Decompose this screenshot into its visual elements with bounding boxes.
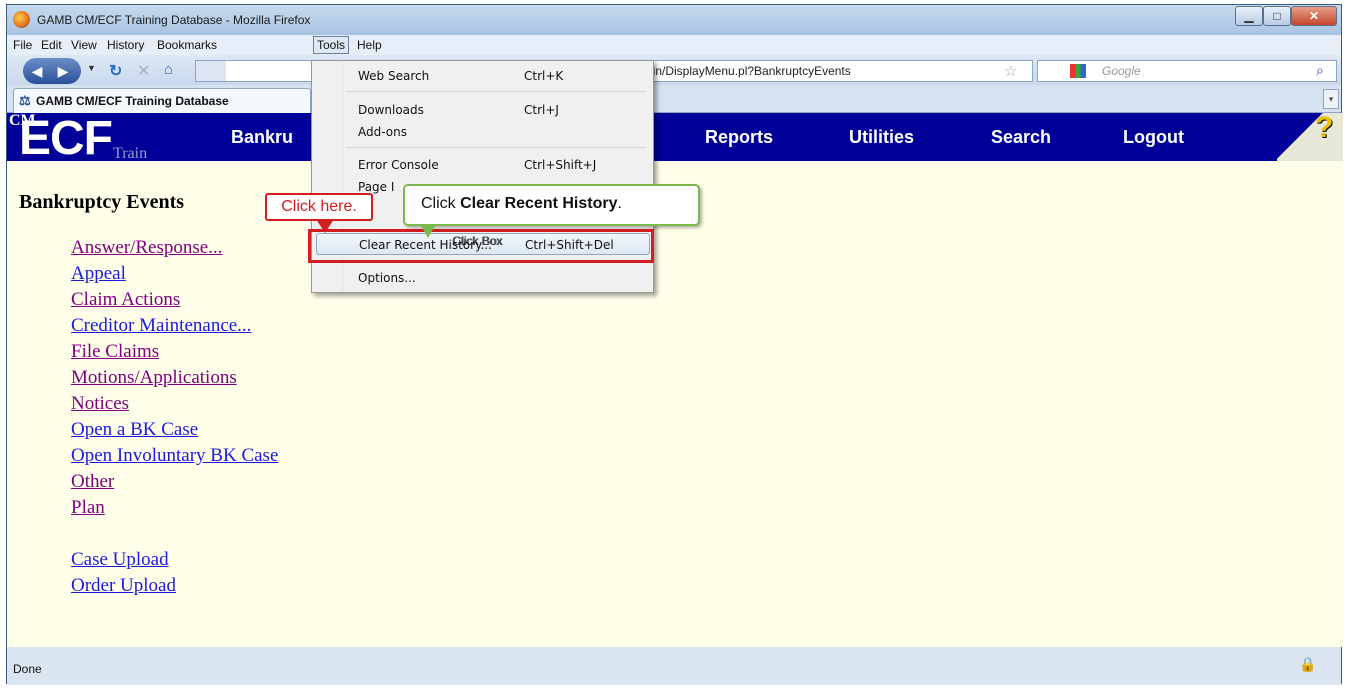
menu-history[interactable]: History [107, 38, 144, 52]
status-bar: Done 🔒 [7, 647, 1341, 685]
menu-help[interactable]: Help [357, 38, 382, 52]
link-creditor-maintenance[interactable]: Creditor Maintenance... [71, 315, 251, 337]
browser-window: GAMB CM/ECF Training Database - Mozilla … [6, 4, 1343, 685]
stop-icon[interactable]: ✕ [137, 61, 150, 81]
search-placeholder: Google [1102, 64, 1141, 78]
menu-item-shortcut: Ctrl+J [524, 103, 559, 117]
menu-item-add-ons[interactable]: Add-ons [312, 121, 653, 143]
menu-item-error-console[interactable]: Error Console Ctrl+Shift+J [312, 154, 653, 176]
menu-item-label: Page I [358, 180, 395, 194]
home-icon[interactable]: ⌂ [164, 61, 173, 78]
page-title: Bankruptcy Events [19, 191, 185, 213]
click-here-callout-tail [316, 219, 334, 233]
menu-tools[interactable]: Tools [313, 36, 350, 54]
menu-item-label: Downloads [358, 103, 424, 117]
search-engine-icon[interactable] [1070, 64, 1086, 78]
instruction-suffix: . [617, 195, 622, 212]
link-appeal[interactable]: Appeal [71, 263, 126, 285]
menu-bookmarks[interactable]: Bookmarks [157, 38, 217, 52]
url-text: -bin/DisplayMenu.pl?BankruptcyEvents [642, 64, 851, 78]
back-forward-group: ◀ ▶ [23, 58, 81, 84]
search-box[interactable]: Google ⌕ [1037, 60, 1337, 82]
menu-item-label: Error Console [358, 158, 439, 172]
menu-item-label: Web Search [358, 69, 430, 83]
tab-bar: ⚖ GAMB CM/ECF Training Database ▾ [7, 85, 1341, 113]
menu-file[interactable]: File [13, 38, 32, 52]
logo-train: Train [113, 145, 148, 162]
menu-item-web-search[interactable]: Web Search Ctrl+K [312, 65, 653, 87]
nav-logout[interactable]: Logout [1123, 127, 1184, 148]
reload-icon[interactable]: ↻ [109, 61, 122, 81]
link-other[interactable]: Other [71, 471, 114, 493]
menu-item-shortcut: Ctrl+Shift+Del [525, 238, 614, 252]
forward-icon[interactable]: ▶ [53, 61, 73, 81]
navigation-toolbar: ◀ ▶ ▼ ↻ ✕ ⌂ -bin/DisplayMenu.pl?Bankrupt… [7, 55, 1341, 85]
menu-separator [346, 147, 646, 148]
menu-item-downloads[interactable]: Downloads Ctrl+J [312, 99, 653, 121]
firefox-icon [13, 11, 30, 28]
tab-title: GAMB CM/ECF Training Database [36, 94, 229, 108]
menu-view[interactable]: View [71, 38, 97, 52]
link-plan[interactable]: Plan [71, 497, 105, 519]
menu-item-options[interactable]: Options... [312, 267, 653, 289]
search-go-icon[interactable]: ⌕ [1316, 62, 1324, 79]
bookmark-star-icon[interactable]: ☆ [1004, 62, 1017, 80]
nav-bankruptcy[interactable]: Bankru [231, 127, 293, 148]
nav-utilities[interactable]: Utilities [849, 127, 914, 148]
link-claim-actions[interactable]: Claim Actions [71, 289, 180, 311]
instruction-callout-tail [420, 224, 436, 238]
ecf-header-bar: CM ECF Train Bankru Reports Utilities Se… [7, 113, 1343, 165]
nav-search[interactable]: Search [991, 127, 1051, 148]
lock-icon: 🔒 [1299, 656, 1317, 672]
link-case-upload[interactable]: Case Upload [71, 549, 169, 571]
menu-edit[interactable]: Edit [41, 38, 62, 52]
link-motions-applications[interactable]: Motions/Applications [71, 367, 237, 389]
menu-separator [346, 261, 646, 262]
menu-item-shortcut: Ctrl+K [524, 69, 564, 83]
tab-gamb[interactable]: ⚖ GAMB CM/ECF Training Database [13, 88, 311, 113]
menu-item-label: Options... [358, 271, 416, 285]
site-identity-icon[interactable] [196, 61, 226, 81]
link-answer-response[interactable]: Answer/Response... [71, 237, 222, 259]
close-button[interactable]: ✕ [1291, 6, 1337, 26]
help-button[interactable]: ? [1277, 113, 1343, 161]
tools-menu-dropdown: Web Search Ctrl+K Downloads Ctrl+J Add-o… [311, 60, 654, 293]
instruction-bold: Clear Recent History [460, 195, 618, 212]
scales-favicon-icon: ⚖ [19, 93, 31, 108]
instruction-callout: Click Clear Recent History. [403, 184, 700, 226]
menu-item-label: Add-ons [358, 125, 407, 139]
nav-reports[interactable]: Reports [705, 127, 773, 148]
minimize-button[interactable]: ▁ [1235, 6, 1263, 26]
link-file-claims[interactable]: File Claims [71, 341, 159, 363]
link-open-bk-case[interactable]: Open a BK Case [71, 419, 198, 441]
link-open-involuntary-bk-case[interactable]: Open Involuntary BK Case [71, 445, 278, 467]
link-notices[interactable]: Notices [71, 393, 129, 415]
click-here-callout: Click here. [265, 193, 373, 221]
menu-separator [346, 91, 646, 92]
status-text: Done [13, 662, 42, 676]
history-dropdown-icon[interactable]: ▼ [87, 63, 96, 73]
title-bar: GAMB CM/ECF Training Database - Mozilla … [7, 5, 1341, 35]
window-title: GAMB CM/ECF Training Database - Mozilla … [37, 13, 311, 27]
logo-ecf: ECF [19, 113, 113, 165]
help-icon: ? [1315, 113, 1334, 144]
click-box-label: Click Box [452, 234, 503, 248]
instruction-prefix: Click [421, 195, 461, 212]
link-order-upload[interactable]: Order Upload [71, 575, 176, 597]
back-icon[interactable]: ◀ [27, 61, 47, 81]
menu-bar: File Edit View History Bookmarks Tools H… [7, 35, 1341, 55]
maximize-button[interactable]: □ [1263, 6, 1291, 26]
tab-list-button[interactable]: ▾ [1323, 89, 1339, 109]
menu-item-shortcut: Ctrl+Shift+J [524, 158, 597, 172]
